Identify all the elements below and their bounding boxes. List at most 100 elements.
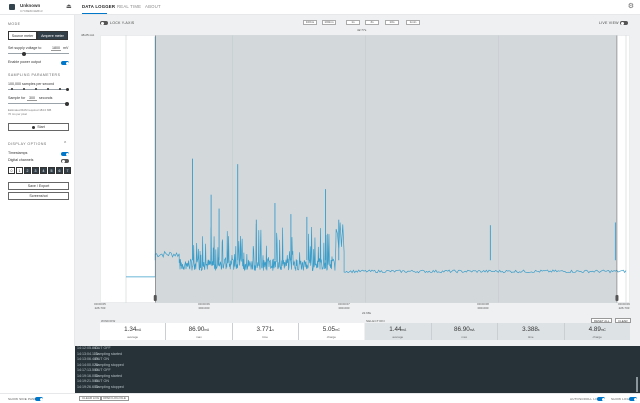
ampere-meter-button[interactable]: Ampere meter xyxy=(37,31,68,40)
status-bar: SHOW SIDE PANEL CLEAR LOG OPEN LOG FILE … xyxy=(0,393,640,403)
chart-panel: LOCK Y-AXIS 100ns 100ms 1s 3s 10s 1min L… xyxy=(75,15,640,346)
channel-4-button[interactable]: 4 xyxy=(40,167,47,174)
channel-6-button[interactable]: 6 xyxy=(56,167,63,174)
selection-max-stat: 86.90mA max xyxy=(432,323,498,340)
clear-log-button[interactable]: CLEAR LOG xyxy=(79,396,103,401)
channel-7-button[interactable]: 7 xyxy=(64,167,71,174)
selection-duration-label: 42.77s xyxy=(357,28,367,32)
sample-duration-slider[interactable] xyxy=(8,101,69,106)
ms-per-pixel: 70 ms per pixel xyxy=(8,112,27,116)
sample-duration-input[interactable]: 300 xyxy=(27,96,37,101)
show-log-toggle[interactable] xyxy=(629,397,637,401)
timestamps-label: Timestamps xyxy=(8,151,28,155)
log-entry: 14:13:04.113Sampling started xyxy=(77,351,122,356)
timestamps-toggle[interactable] xyxy=(61,152,69,156)
supply-voltage-knob[interactable] xyxy=(22,51,26,56)
log-panel[interactable]: 14:12:05.861OUT OFF 14:13:04.113Sampling… xyxy=(75,346,640,393)
window-time-stat: 3.771s time xyxy=(233,323,299,340)
log-entry: 14:17:13.500OUT OFF xyxy=(77,368,111,372)
active-tab-indicator xyxy=(82,13,107,14)
tab-real-time[interactable]: REAL TIME xyxy=(117,4,141,9)
toggle-knob xyxy=(65,152,69,156)
toggle-knob xyxy=(620,21,624,25)
start-button[interactable]: Start xyxy=(8,123,69,131)
samples-per-second-slider[interactable] xyxy=(8,87,69,91)
channel-1-button[interactable]: 1 xyxy=(16,167,23,174)
log-scrollbar[interactable] xyxy=(636,377,638,392)
current-chart-svg[interactable] xyxy=(100,35,630,303)
slider-step xyxy=(59,88,61,90)
autoscroll-log-label: AUTOSCROLL LOG xyxy=(570,397,601,401)
window-stats: 1.34mA average 86.90mA max 3.771s time 5.05… xyxy=(100,323,364,340)
enable-power-toggle[interactable] xyxy=(61,61,69,65)
log-entry: 14:19:21.506OUT ON xyxy=(77,379,109,383)
window-1min-button[interactable]: 1min xyxy=(406,20,420,25)
supply-voltage-input[interactable]: 1800 xyxy=(51,46,61,51)
lock-y-axis-toggle[interactable] xyxy=(100,21,108,25)
toggle-knob xyxy=(39,397,43,401)
slider-step xyxy=(47,88,49,90)
sample-duration-knob[interactable] xyxy=(65,101,69,106)
window-average-stat: 1.34mA average xyxy=(100,323,167,340)
selection-handle xyxy=(615,295,619,301)
zoom-duration-label: 22.68s xyxy=(362,311,372,315)
x-tick-label: 00:00:09 226.703 xyxy=(618,302,630,310)
selection-time-stat: 3.388s time xyxy=(498,323,565,340)
device-icon[interactable] xyxy=(9,4,15,10)
record-icon xyxy=(32,125,36,129)
show-side-panel-toggle[interactable] xyxy=(35,397,43,401)
channel-3-button[interactable]: 3 xyxy=(32,167,39,174)
live-view-label: LIVE VIEW xyxy=(599,21,619,25)
open-log-file-button[interactable]: OPEN LOG FILE xyxy=(100,396,129,401)
mode-title: MODE xyxy=(8,22,21,26)
tab-data-logger[interactable]: DATA LOGGER xyxy=(82,4,115,9)
window-10s-button[interactable]: 10s xyxy=(385,20,399,25)
x-tick-label: 00:00:07 000.000 xyxy=(338,302,350,310)
supply-voltage-slider[interactable] xyxy=(8,51,69,56)
show-log-label: SHOW LOG xyxy=(611,397,630,401)
supply-voltage-label: Set supply voltage to xyxy=(8,46,42,50)
start-button-label: Start xyxy=(37,125,45,129)
channel-5-button[interactable]: 5 xyxy=(48,167,55,174)
enable-power-label: Enable power output xyxy=(8,60,41,64)
channel-2-button[interactable]: 2 xyxy=(24,167,31,174)
x-tick-label: 00:00:08 000.000 xyxy=(477,302,489,310)
save-export-button[interactable]: Save / Export xyxy=(8,182,69,190)
sample-for-label: Sample for xyxy=(8,96,26,100)
samples-per-second-knob[interactable] xyxy=(66,87,69,91)
window-1s-button[interactable]: 1s xyxy=(346,20,360,25)
slider-step xyxy=(11,88,13,90)
y-axis-top-label: 48.25 mA xyxy=(81,33,95,37)
collapse-chevron-icon[interactable]: ⌃ xyxy=(63,141,67,147)
live-view-toggle[interactable] xyxy=(620,21,628,25)
lock-y-axis-label: LOCK Y-AXIS xyxy=(110,21,135,25)
eject-icon[interactable]: ⏏ xyxy=(66,4,72,10)
autoscroll-log-toggle[interactable] xyxy=(597,397,605,401)
x-tick-label: 00:00:05 226.703 xyxy=(94,302,106,310)
screenshot-button[interactable]: Screenshot xyxy=(8,192,69,200)
source-meter-button[interactable]: Source meter xyxy=(8,31,37,40)
channel-0-button[interactable]: 0 xyxy=(8,167,15,174)
slider-step xyxy=(23,88,25,90)
toggle-knob xyxy=(61,159,65,163)
sampling-title: SAMPLING PARAMETERS xyxy=(8,73,61,77)
window-100ns-button[interactable]: 100ns xyxy=(303,20,317,25)
digital-channels-toggle[interactable] xyxy=(61,159,69,163)
device-name[interactable]: Unknown xyxy=(20,3,40,8)
slider-step xyxy=(35,88,37,90)
selection-stats: 1.44mA average 86.90mA max 3.388s time 4.89… xyxy=(365,323,630,340)
window-100ms-button[interactable]: 100ms xyxy=(322,20,336,25)
selection-average-stat: 1.44mA average xyxy=(365,323,432,340)
log-entry: 14:13:06.489OUT ON xyxy=(77,357,109,361)
top-bar: Unknown C7C8E6D1EB13 ⏏ DATA LOGGER REAL … xyxy=(0,0,640,15)
window-3s-button[interactable]: 3s xyxy=(365,20,379,25)
sample-duration-unit: seconds xyxy=(39,96,53,100)
display-options-title: DISPLAY OPTIONS xyxy=(8,142,47,146)
settings-icon[interactable]: ⚙ xyxy=(628,3,634,10)
supply-voltage-unit: mV xyxy=(63,46,69,50)
selection-handle xyxy=(153,295,157,301)
toggle-knob xyxy=(65,61,69,65)
tab-about[interactable]: ABOUT xyxy=(145,4,161,9)
log-entry: 14:14:00.024Sampling stopped xyxy=(77,362,124,367)
current-chart[interactable] xyxy=(100,35,630,303)
